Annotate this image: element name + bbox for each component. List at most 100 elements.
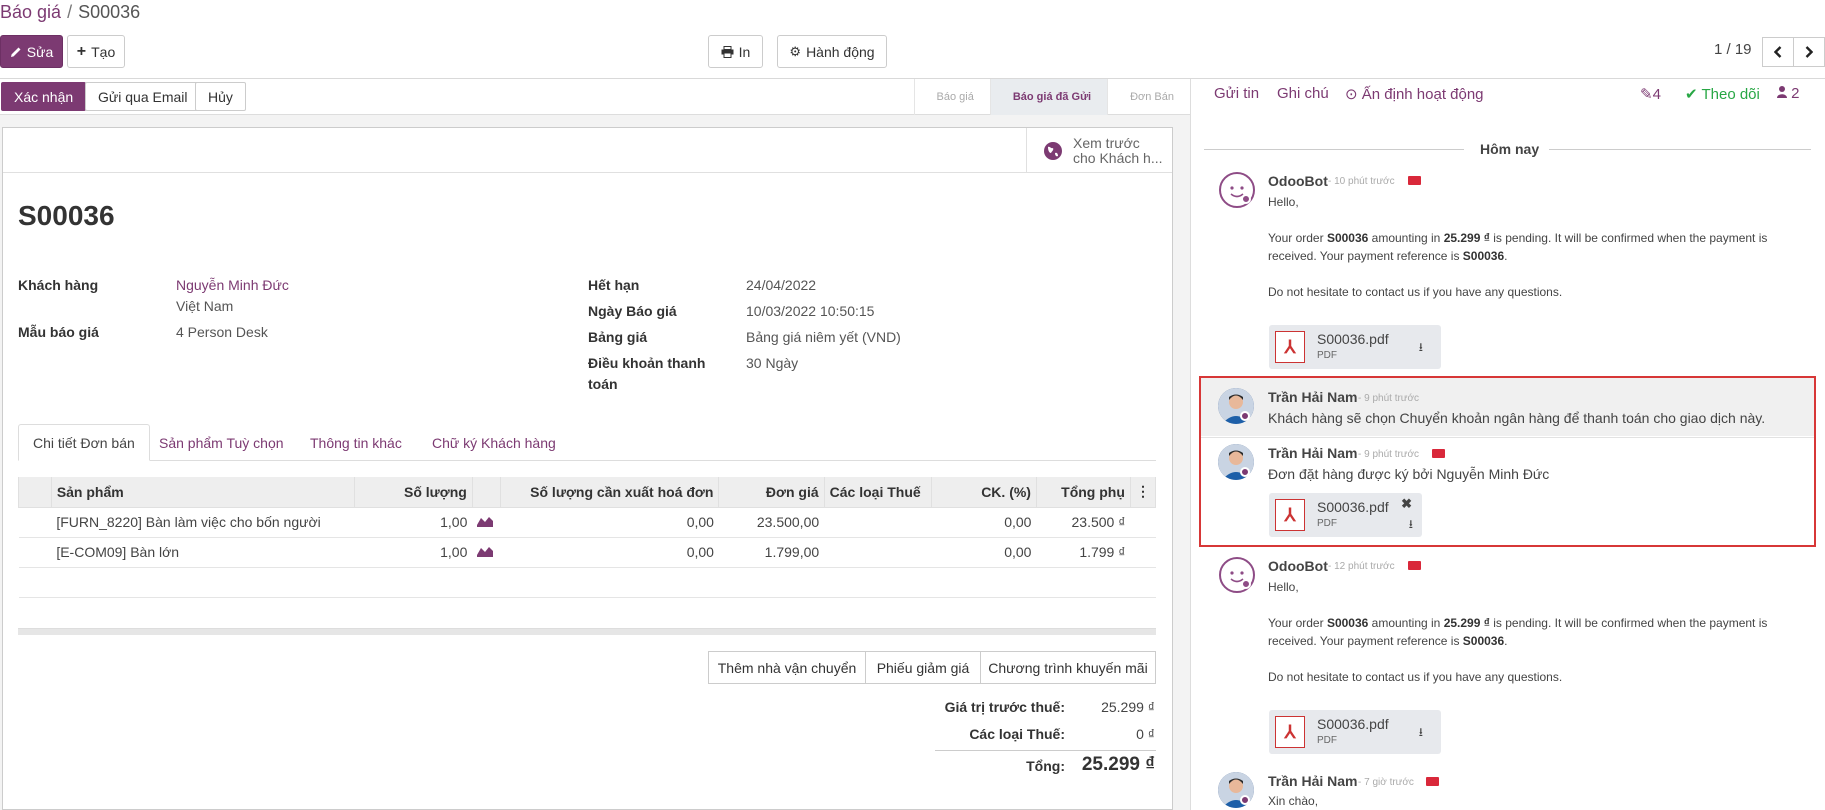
header-subtotal[interactable]: Tổng phụ: [1035, 477, 1131, 508]
tab-order-lines[interactable]: Chi tiết Đơn bán: [18, 424, 150, 461]
cancel-button[interactable]: Hủy: [195, 82, 246, 111]
table-row[interactable]: [FURN_8220] Bàn làm việc cho bốn người 1…: [18, 507, 1156, 538]
cell-quantity[interactable]: 1,00: [354, 507, 473, 538]
add-shipping-button[interactable]: Thêm nhà vận chuyển: [708, 651, 866, 684]
globe-icon: [1044, 141, 1062, 160]
download-icon[interactable]: ⭳: [1409, 515, 1413, 536]
follow-button[interactable]: ✔ Theo dõi: [1685, 85, 1760, 103]
tab-optional-products[interactable]: Sản phẩm Tuỳ chọn: [145, 424, 298, 461]
header-discount[interactable]: CK. (%): [931, 477, 1037, 508]
cell-unit-price[interactable]: 1.799,00: [718, 537, 825, 568]
cell-discount[interactable]: 0,00: [931, 507, 1037, 538]
optional-columns-icon[interactable]: ⋮: [1129, 477, 1157, 508]
promotions-button[interactable]: Chương trình khuyến mãi: [980, 651, 1156, 684]
create-button[interactable]: + Tạo: [67, 35, 125, 68]
payment-ref: S00036: [1462, 634, 1505, 648]
header-taxes[interactable]: Các loại Thuế: [823, 477, 933, 508]
date-divider-left: [1204, 149, 1464, 150]
message-author[interactable]: OdooBot: [1268, 173, 1328, 189]
header-qty-to-invoice[interactable]: Số lượng cần xuất hoá đơn: [499, 477, 720, 508]
pricelist-value[interactable]: Bảng giá niêm yết (VND): [746, 329, 901, 345]
cell-product[interactable]: [E-COM09] Bàn lớn: [51, 537, 355, 568]
attachment-card[interactable]: ⅄ S00036.pdf PDF ✖ ⭳: [1269, 493, 1422, 537]
stage-quotation[interactable]: Báo giá: [913, 79, 990, 115]
expiry-value[interactable]: 24/04/2022: [746, 277, 816, 293]
header-product[interactable]: Sản phẩm: [50, 477, 356, 508]
area-chart-icon: [477, 547, 494, 557]
notebook-tabs: Chi tiết Đơn bán Sản phẩm Tuỳ chọn Thông…: [18, 424, 1156, 461]
message-body-line: Do not hesitate to contact us if you hav…: [1268, 670, 1563, 684]
message-author[interactable]: Trần Hải Nam: [1268, 445, 1357, 461]
envelope-icon: [1408, 561, 1421, 570]
send-message-button[interactable]: Gửi tin: [1214, 85, 1259, 102]
breadcrumb-link-quotations[interactable]: Báo giá: [0, 2, 61, 22]
tab-customer-signature[interactable]: Chữ ký Khách hàng: [418, 424, 570, 461]
cell-unit-price[interactable]: 23.500,00: [718, 507, 825, 538]
download-icon[interactable]: ⭳: [1419, 338, 1423, 359]
follow-label: Theo dõi: [1701, 86, 1760, 103]
confirm-button[interactable]: Xác nhận: [1, 82, 87, 111]
cell-discount[interactable]: 0,00: [931, 537, 1037, 568]
breadcrumb-separator: /: [67, 2, 73, 22]
quotation-date-label: Ngày Báo giá: [588, 303, 677, 319]
highlighted-message-bg: [1201, 378, 1814, 436]
envelope-icon: [1408, 176, 1421, 185]
customer-label: Khách hàng: [18, 277, 99, 293]
area-chart-icon: [477, 517, 494, 527]
message-author[interactable]: OdooBot: [1268, 558, 1328, 574]
message-author[interactable]: Trần Hải Nam: [1268, 389, 1357, 405]
send-email-button[interactable]: Gửi qua Email: [85, 82, 201, 111]
stage-sales-order[interactable]: Đơn Bán: [1107, 79, 1190, 115]
header-unit-price[interactable]: Đơn giá: [718, 477, 825, 508]
forecast-chart-icon[interactable]: [472, 507, 501, 538]
customer-country: Việt Nam: [176, 298, 234, 314]
payment-terms-value[interactable]: 30 Ngày: [746, 355, 798, 371]
forecast-chart-icon[interactable]: [472, 537, 501, 568]
followers-count: 2: [1791, 85, 1800, 102]
message-body-line: Your order S00036 amounting in 25.299 ₫ …: [1268, 616, 1767, 630]
action-button[interactable]: ⚙ Hành động: [777, 35, 887, 68]
customer-preview-line1: Xem trước: [1073, 134, 1140, 151]
order-ref: S00036: [1326, 231, 1369, 245]
remove-icon[interactable]: ✖: [1401, 496, 1412, 512]
download-icon[interactable]: ⭳: [1419, 723, 1423, 744]
cell-taxes[interactable]: [824, 507, 932, 538]
attachments-button[interactable]: ✎4: [1640, 85, 1661, 103]
print-button[interactable]: In: [708, 35, 763, 68]
text-segment: amounting in: [1368, 231, 1444, 245]
attachment-card[interactable]: ⅄ S00036.pdf PDF ⭳: [1269, 325, 1441, 369]
pager-value[interactable]: 1 / 19: [1714, 41, 1752, 58]
total-label: Tổng:: [1026, 758, 1065, 774]
row-handle: [18, 507, 52, 538]
cell-taxes[interactable]: [824, 537, 932, 568]
header-forecast: [471, 477, 501, 508]
quotation-date-value[interactable]: 10/03/2022 10:50:15: [746, 303, 874, 319]
cell-quantity[interactable]: 1,00: [354, 537, 473, 568]
tab-other-info[interactable]: Thông tin khác: [296, 424, 416, 461]
cell-product[interactable]: [FURN_8220] Bàn làm việc cho bốn người: [51, 507, 355, 538]
taxes-value: 0 ₫: [1136, 726, 1155, 742]
message-divider: [1201, 437, 1814, 438]
pager-next-button[interactable]: [1793, 37, 1825, 67]
log-note-button[interactable]: Ghi chú: [1277, 85, 1329, 102]
stage-quotation-sent[interactable]: Báo giá đã Gửi: [989, 79, 1108, 115]
header-quantity[interactable]: Số lượng: [354, 477, 473, 508]
print-button-label: In: [738, 43, 751, 60]
cell-qty-to-invoice[interactable]: 0,00: [500, 507, 719, 538]
template-value[interactable]: 4 Person Desk: [176, 324, 268, 340]
edit-button[interactable]: Sửa: [0, 35, 63, 68]
avatar[interactable]: [1219, 557, 1255, 593]
schedule-activity-button[interactable]: ⊙ Ấn định hoạt động: [1345, 85, 1484, 103]
followers-button[interactable]: 2: [1777, 85, 1800, 102]
untaxed-amount-value: 25.299 ₫: [1101, 699, 1155, 715]
pager-previous-button[interactable]: [1762, 37, 1794, 67]
pricelist-label: Bảng giá: [588, 329, 648, 345]
customer-preview-button[interactable]: Xem trước cho Khách h...: [1026, 128, 1172, 173]
message-author[interactable]: Trần Hải Nam: [1268, 773, 1357, 789]
customer-link[interactable]: Nguyễn Minh Đức: [176, 277, 289, 293]
table-row[interactable]: [E-COM09] Bàn lớn 1,00 0,00 1.799,00 0,0…: [18, 537, 1156, 568]
coupon-button[interactable]: Phiếu giảm giá: [865, 651, 981, 684]
cell-qty-to-invoice[interactable]: 0,00: [500, 537, 719, 568]
avatar[interactable]: [1219, 172, 1255, 208]
attachment-card[interactable]: ⅄ S00036.pdf PDF ⭳: [1269, 710, 1441, 754]
